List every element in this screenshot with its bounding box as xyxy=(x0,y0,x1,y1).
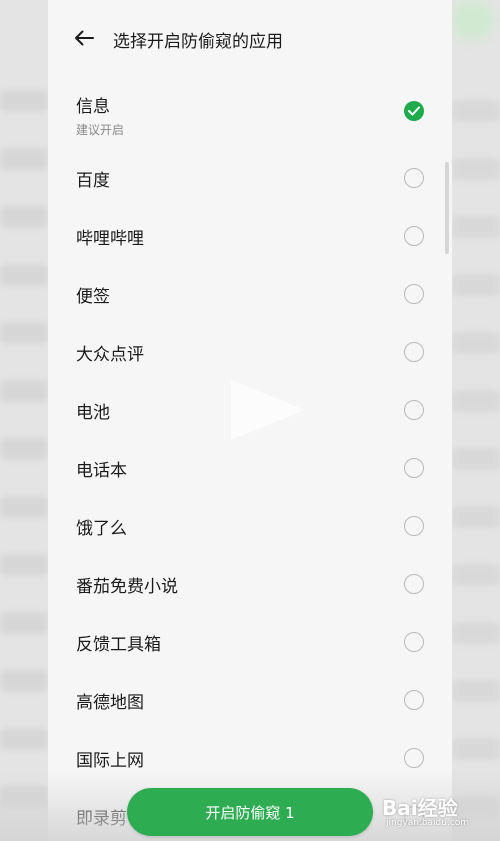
video-play-overlay xyxy=(231,380,305,440)
background-row xyxy=(452,216,500,238)
background-row xyxy=(452,448,500,470)
app-name: 哔哩哔哩 xyxy=(76,229,144,249)
unchecked-circle-icon[interactable] xyxy=(404,168,424,188)
list-item[interactable]: 电话本 xyxy=(48,438,452,496)
background-row xyxy=(452,680,500,702)
background-row xyxy=(0,90,48,112)
list-item[interactable]: 高德地图 xyxy=(48,670,452,728)
app-name: 电池 xyxy=(76,403,110,423)
list-item[interactable]: 百度 xyxy=(48,148,452,206)
checked-circle-icon[interactable] xyxy=(404,101,424,121)
unchecked-circle-icon[interactable] xyxy=(404,748,424,768)
app-name: 饿了么 xyxy=(76,519,127,539)
app-list: 信息建议开启百度哔哩哔哩便签大众点评电池电话本饿了么番茄免费小说 反馈工具箱高德地… xyxy=(48,76,452,841)
background-row xyxy=(452,158,500,180)
background-row xyxy=(452,622,500,644)
unchecked-circle-icon[interactable] xyxy=(404,284,424,304)
background-row xyxy=(452,738,500,760)
app-name: 大众点评 xyxy=(76,345,144,365)
unchecked-circle-icon[interactable] xyxy=(404,690,424,710)
unchecked-circle-icon[interactable] xyxy=(404,400,424,420)
back-button[interactable] xyxy=(70,24,98,52)
list-item[interactable]: 番茄免费小说 xyxy=(48,554,452,612)
unchecked-circle-icon[interactable] xyxy=(404,516,424,536)
background-blob xyxy=(450,0,494,40)
unchecked-circle-icon[interactable] xyxy=(404,342,424,362)
background-row xyxy=(452,506,500,528)
background-row xyxy=(452,564,500,586)
background-row xyxy=(0,322,48,344)
background-row xyxy=(0,206,48,228)
app-name: 国际上网 xyxy=(76,751,144,771)
background-row xyxy=(452,390,500,412)
app-name: 百度 xyxy=(76,171,110,191)
background-row xyxy=(452,332,500,354)
header: 选择开启防偷窥的应用 xyxy=(48,0,452,76)
background-row xyxy=(0,438,48,460)
checkmark-icon xyxy=(408,106,420,116)
unchecked-circle-icon[interactable] xyxy=(404,632,424,652)
background-row xyxy=(0,264,48,286)
list-item[interactable]: 信息 建议开启 xyxy=(48,76,452,148)
arrow-left-icon xyxy=(75,30,94,46)
background-row xyxy=(0,554,48,576)
background-row xyxy=(0,380,48,402)
unchecked-circle-icon[interactable] xyxy=(404,458,424,478)
watermark: Bai经验 jingyan.baidu.com xyxy=(382,790,494,836)
background-row xyxy=(0,148,48,170)
background-row xyxy=(452,100,500,122)
watermark-logo: Bai经验 xyxy=(382,796,458,820)
list-item[interactable]: 饿了么 xyxy=(48,496,452,554)
list-item[interactable]: 哔哩哔哩 xyxy=(48,206,452,264)
page-title: 选择开启防偷窥的应用 xyxy=(113,32,283,52)
background-row xyxy=(0,728,48,750)
background-row xyxy=(452,274,500,296)
background-row xyxy=(0,612,48,634)
app-selection-panel: 选择开启防偷窥的应用 信息建议开启百度哔哩哔哩便签大众点评电池电话本饿了么番茄免… xyxy=(48,0,452,841)
app-name: 反馈工具箱 xyxy=(76,635,161,655)
list-item[interactable]: 大众点评 xyxy=(48,322,452,380)
app-name: 便签 xyxy=(76,287,110,307)
unchecked-circle-icon[interactable] xyxy=(404,226,424,246)
app-name: 高德地图 xyxy=(76,693,144,713)
enable-privacy-button[interactable]: 开启防偷窥 1 xyxy=(127,788,373,836)
app-name: 电话本 xyxy=(76,461,127,481)
app-name: 信息 xyxy=(76,97,110,117)
watermark-url: jingyan.baidu.com xyxy=(386,818,470,828)
background-row xyxy=(0,670,48,692)
app-name: 番茄免费小说 xyxy=(76,577,178,597)
unchecked-circle-icon[interactable] xyxy=(404,574,424,594)
scrollbar[interactable] xyxy=(445,162,449,254)
list-item[interactable]: 反馈工具箱 xyxy=(48,612,452,670)
list-item[interactable]: 便签 xyxy=(48,264,452,322)
background-row xyxy=(0,496,48,518)
app-hint: 建议开启 xyxy=(76,123,125,137)
